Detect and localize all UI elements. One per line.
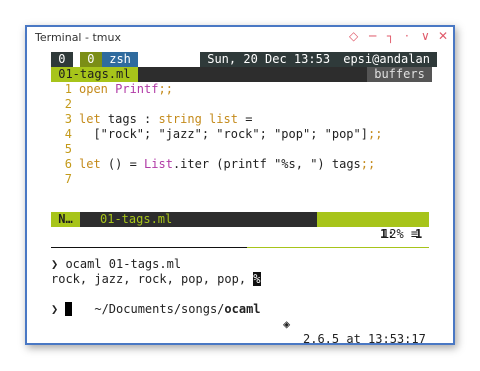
ruby-version-time: 2.6.5 at 13:53:17 — [303, 332, 426, 346]
code-token: .iter (printf "%s, ") tags — [172, 157, 361, 171]
code-line[interactable]: 3 let tags : string list = — [51, 112, 253, 127]
code-line[interactable]: 4 ["rock"; "jazz"; "rock"; "pop"; "pop"]… — [51, 127, 383, 142]
code-token: let — [79, 112, 108, 126]
terminal-window: Terminal - tmux ◇ ─ ┐ · ∨ ✕ 0 0 zsh Sun,… — [25, 25, 455, 346]
pane-divider-right[interactable] — [247, 247, 429, 248]
no-newline-marker: % — [253, 272, 261, 286]
shade-icon[interactable]: ∨ — [421, 29, 430, 43]
line-number-gutter: 5 — [64, 142, 72, 156]
code-token: ;; — [158, 82, 173, 96]
minimize-icon[interactable]: ─ — [369, 29, 376, 43]
statusline-filename: 01-tags.ml — [100, 212, 173, 226]
terminal-area[interactable]: 0 0 zsh Sun, 20 Dec 13:53 epsi@andalan 0… — [27, 48, 453, 346]
code-line[interactable]: 5 — [51, 142, 79, 157]
line-number-gutter: 4 — [64, 127, 72, 141]
code-line[interactable]: 2 — [51, 97, 79, 112]
code-token: Printf — [115, 82, 159, 96]
code-line[interactable]: 6 let () = List.iter (printf "%s, ") tags… — [51, 157, 375, 172]
close-icon[interactable]: ✕ — [438, 29, 448, 43]
code-token: string list — [158, 112, 238, 126]
tmux-host: epsi@andalan — [336, 52, 438, 67]
statusline-position: 12% ≡ 1: 1 — [317, 212, 429, 241]
line-number-gutter: 1 — [64, 82, 72, 96]
tmux-window-name[interactable]: zsh — [102, 52, 139, 67]
tmux-date: Sun, 20 Dec 13:53 — [200, 52, 338, 67]
text-cursor — [65, 302, 73, 316]
code-token: ;; — [360, 157, 376, 171]
shell-output: rock, jazz, rock, pop, pop, % — [51, 272, 261, 287]
code-token: open — [79, 82, 116, 96]
sticky-icon[interactable]: ◇ — [349, 29, 358, 43]
line-number: 1: — [380, 227, 395, 241]
mode-indicator: N… — [51, 212, 80, 227]
dot-icon[interactable]: · — [405, 29, 409, 43]
shell-input-line[interactable]: ❯ — [51, 302, 73, 317]
line-number-gutter: 7 — [64, 172, 72, 186]
pane-divider-left[interactable] — [51, 247, 247, 248]
window-title: Terminal - tmux — [35, 31, 121, 44]
line-number-gutter: 3 — [64, 112, 72, 126]
code-token: tags : — [107, 112, 159, 126]
ruby-icon: ◈ — [283, 317, 291, 331]
maximize-icon[interactable]: ┐ — [387, 29, 394, 43]
path-current-dir: ocaml — [224, 302, 261, 316]
line-number-gutter: 2 — [64, 97, 72, 111]
tmux-window-number[interactable]: 0 — [80, 52, 102, 67]
column-number: 1 — [415, 227, 430, 241]
shell-command-line: ❯ ocaml 01-tags.ml — [51, 257, 182, 271]
code-token: () = — [107, 157, 145, 171]
shell-prompt-info: ~/Documents/songs/ocaml ◈ 2.6.5 at 13:53… — [51, 287, 429, 346]
code-token: = — [237, 112, 253, 126]
output-text: rock, jazz, rock, pop, pop, — [51, 272, 254, 286]
line-number-gutter: 6 — [64, 157, 72, 171]
tab-01-tags[interactable]: 01-tags.ml — [51, 67, 138, 82]
code-token: ;; — [367, 127, 383, 141]
tmux-session[interactable]: 0 — [51, 52, 73, 67]
vim-statusline: N… 01-tags.ml 12% ≡ 1: 1 — [51, 212, 429, 241]
title-bar: Terminal - tmux ◇ ─ ┐ · ∨ ✕ — [27, 27, 453, 48]
code-line[interactable]: 1 open Printf;; — [51, 82, 173, 97]
code-token: List — [144, 157, 173, 171]
code-token: ["rock"; "jazz"; "rock"; "pop"; "pop"] — [79, 127, 368, 141]
prompt-symbol: ❯ — [51, 302, 66, 316]
code-token: let — [79, 157, 108, 171]
tmux-status-bar: 0 0 zsh Sun, 20 Dec 13:53 epsi@andalan — [27, 52, 453, 67]
vim-tabline: 01-tags.ml buffers — [51, 67, 433, 82]
code-line[interactable]: 7 — [51, 172, 79, 187]
path-prefix: ~/Documents/songs/ — [94, 302, 225, 316]
buffers-label: buffers — [367, 67, 433, 82]
